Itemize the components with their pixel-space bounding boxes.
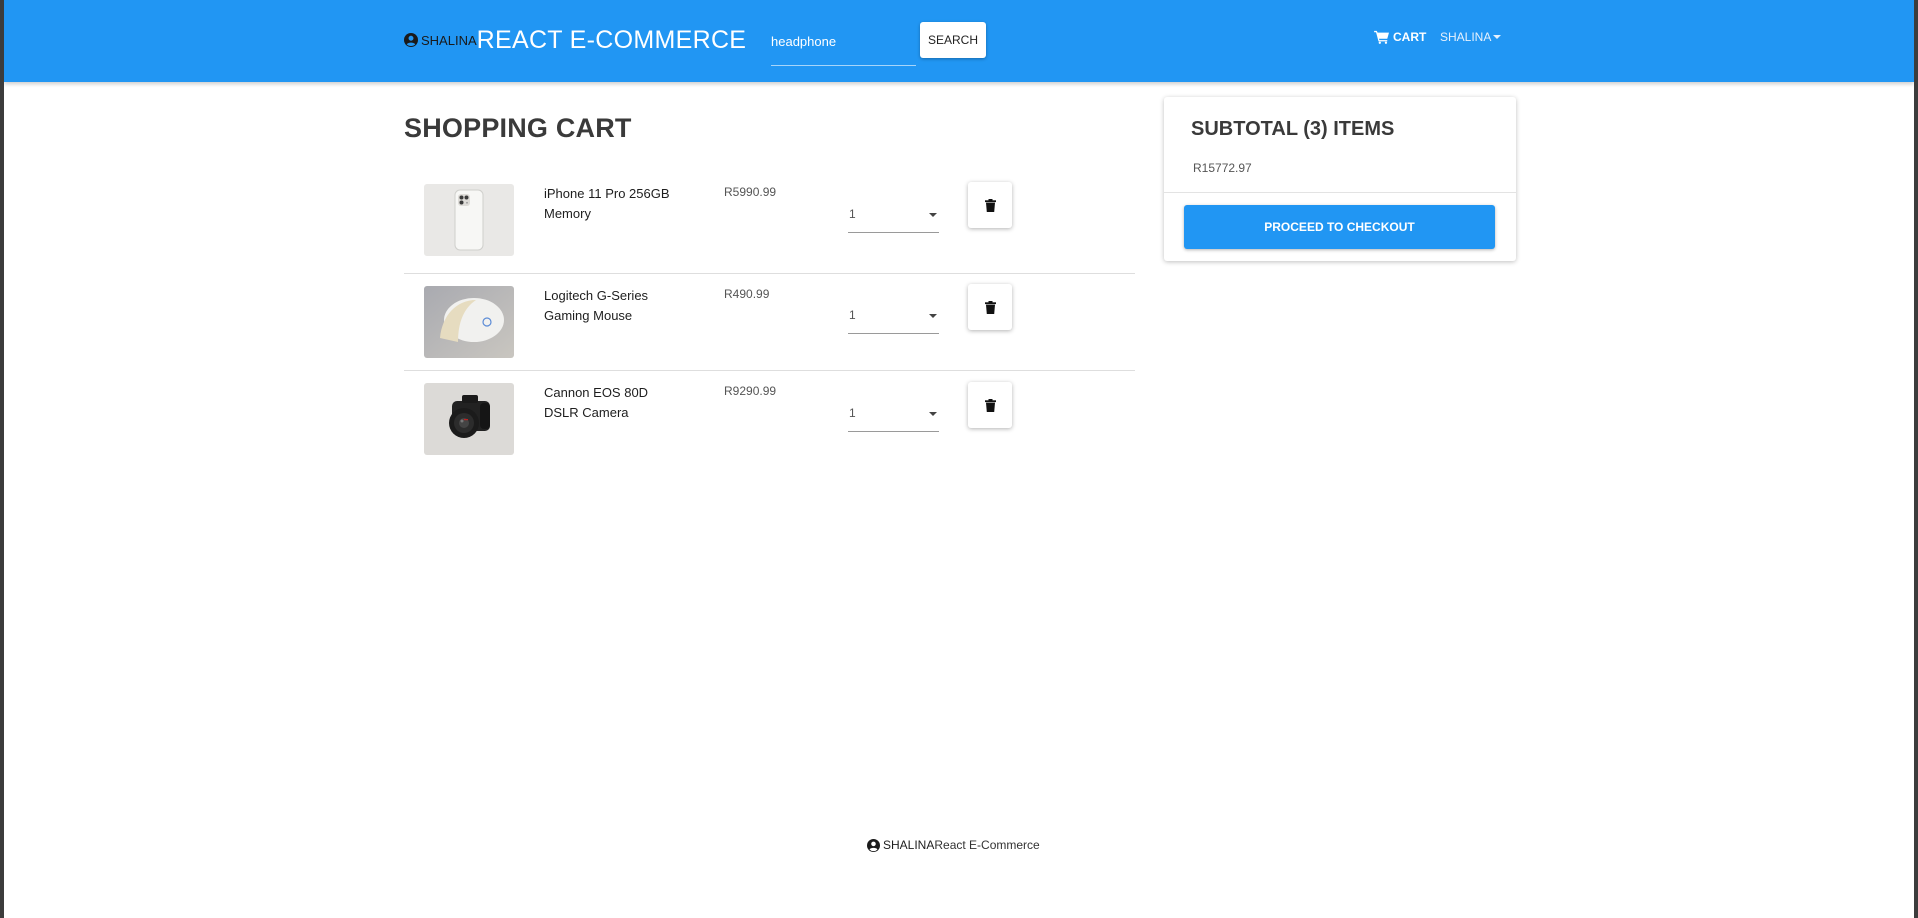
- app-window: SHALINA REACT E-COMMERCE SEARCH CART SHA…: [4, 0, 1914, 918]
- caret-down-icon: [929, 213, 937, 217]
- quantity-select[interactable]: 1: [848, 298, 939, 334]
- trash-icon: [984, 300, 996, 314]
- cart-item-row: Cannon EOS 80D DSLR Camera R9290.99 1: [404, 370, 1135, 467]
- user-menu-label: SHALINA: [1440, 30, 1492, 44]
- user-menu-dropdown[interactable]: SHALINA: [1440, 30, 1502, 44]
- subtotal-amount: R15772.97: [1193, 161, 1252, 175]
- trash-icon: [984, 398, 996, 412]
- shopping-cart-icon: [1374, 30, 1389, 44]
- quantity-select[interactable]: 1: [848, 197, 939, 233]
- page-title: SHOPPING CART: [404, 113, 632, 143]
- cart-items-list: iPhone 11 Pro 256GB Memory R5990.99 1 Lo…: [404, 176, 1135, 467]
- subtotal-heading: SUBTOTAL (3) ITEMS: [1191, 118, 1395, 140]
- top-navbar: SHALINA REACT E-COMMERCE SEARCH CART SHA…: [4, 0, 1914, 82]
- caret-down-icon: [929, 314, 937, 318]
- quantity-value: 1: [849, 406, 856, 420]
- search-input[interactable]: [771, 22, 916, 56]
- item-price: R5990.99: [724, 185, 777, 199]
- quantity-value: 1: [849, 207, 856, 221]
- search-button[interactable]: SEARCH: [920, 22, 986, 58]
- search-field: [771, 22, 916, 66]
- user-circle-icon: [867, 838, 880, 852]
- delete-item-button[interactable]: [968, 284, 1012, 330]
- footer-user: SHALINA: [883, 838, 935, 852]
- camera-image[interactable]: [424, 383, 514, 455]
- order-summary-card: SUBTOTAL (3) ITEMS R15772.97 PROCEED TO …: [1164, 97, 1516, 261]
- mouse-image[interactable]: [424, 286, 514, 358]
- item-name[interactable]: Cannon EOS 80D DSLR Camera: [544, 383, 684, 423]
- caret-down-icon: [1493, 35, 1502, 39]
- delete-item-button[interactable]: [968, 382, 1012, 428]
- user-circle-icon: [404, 33, 418, 47]
- footer: SHALINA React E-Commerce: [867, 838, 1040, 852]
- divider: [1164, 192, 1516, 193]
- quantity-select[interactable]: 1: [848, 396, 939, 432]
- cart-item-row: iPhone 11 Pro 256GB Memory R5990.99 1: [404, 176, 1135, 273]
- footer-title: React E-Commerce: [934, 838, 1040, 852]
- cart-link[interactable]: CART: [1374, 30, 1426, 44]
- item-name[interactable]: iPhone 11 Pro 256GB Memory: [544, 184, 684, 224]
- item-price: R9290.99: [724, 384, 777, 398]
- quantity-value: 1: [849, 308, 856, 322]
- brand-title: REACT E-COMMERCE: [476, 25, 747, 54]
- caret-down-icon: [929, 412, 937, 416]
- cart-label: CART: [1393, 30, 1427, 44]
- cart-item-row: Logitech G-Series Gaming Mouse R490.99 1: [404, 273, 1135, 370]
- iphone-image[interactable]: [424, 184, 514, 256]
- proceed-to-checkout-button[interactable]: PROCEED TO CHECKOUT: [1184, 205, 1495, 249]
- item-price: R490.99: [724, 287, 770, 301]
- trash-icon: [984, 198, 996, 212]
- item-name[interactable]: Logitech G-Series Gaming Mouse: [544, 286, 684, 326]
- delete-item-button[interactable]: [968, 182, 1012, 228]
- brand[interactable]: SHALINA REACT E-COMMERCE: [404, 0, 746, 80]
- brand-user-name: SHALINA: [421, 32, 477, 48]
